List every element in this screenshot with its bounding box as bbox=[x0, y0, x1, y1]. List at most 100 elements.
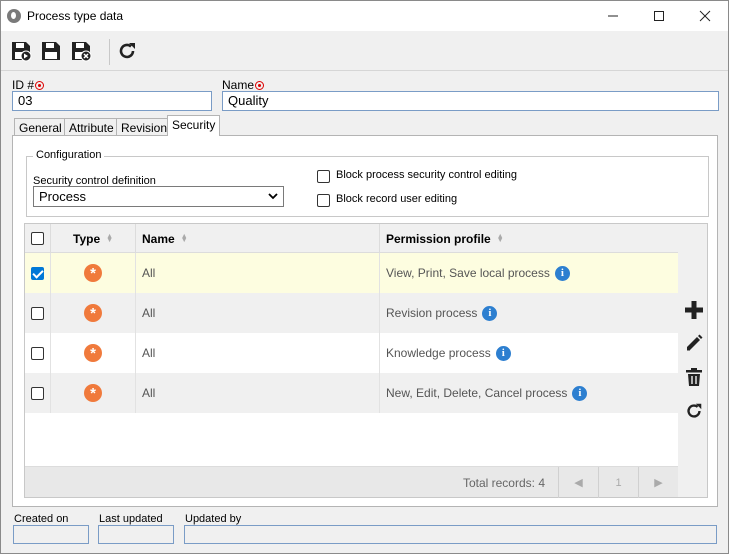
plus-icon bbox=[685, 301, 703, 319]
all-users-icon: * bbox=[84, 264, 102, 282]
add-button[interactable] bbox=[683, 299, 705, 321]
sort-icon: ▲ ▼ bbox=[496, 232, 504, 244]
configuration-legend: Configuration bbox=[33, 149, 105, 161]
column-header-type[interactable]: Type ▲ ▼ bbox=[51, 224, 136, 253]
save-new-icon bbox=[12, 42, 32, 62]
save-new-button[interactable] bbox=[8, 38, 34, 64]
grid-refresh-button[interactable] bbox=[683, 400, 705, 422]
block-process-label: Block process security control editing bbox=[336, 169, 517, 181]
row-checkbox[interactable] bbox=[31, 386, 44, 400]
row-permission-cell: Revision process i bbox=[380, 293, 678, 333]
grid-header: Type ▲ ▼ Name ▲ ▼ Permission profile ▲ ▼ bbox=[25, 224, 678, 253]
permission-profile-text: New, Edit, Delete, Cancel process bbox=[386, 386, 568, 400]
window-title: Process type data bbox=[27, 9, 124, 23]
tab-attribute[interactable]: Attribute bbox=[64, 118, 119, 136]
updated-by-label: Updated by bbox=[185, 513, 242, 525]
row-checkbox[interactable] bbox=[31, 346, 44, 360]
process-type-window: Process type data ID # 03 Name Quality G… bbox=[0, 0, 729, 554]
column-header-name[interactable]: Name ▲ ▼ bbox=[136, 224, 380, 253]
row-checkbox[interactable] bbox=[31, 266, 44, 280]
sort-icon: ▲ ▼ bbox=[180, 232, 188, 244]
table-row[interactable]: * All View, Print, Save local process i bbox=[25, 253, 678, 293]
page-number: 1 bbox=[598, 467, 638, 498]
tab-revision[interactable]: Revision bbox=[116, 118, 173, 136]
row-type-cell: * bbox=[51, 293, 136, 333]
toolbar-separator bbox=[109, 39, 110, 65]
row-permission-cell: Knowledge process i bbox=[380, 333, 678, 373]
security-control-select[interactable]: Process bbox=[33, 186, 284, 207]
select-all-checkbox[interactable] bbox=[31, 232, 44, 245]
row-select-cell bbox=[25, 333, 51, 373]
previous-page-button[interactable]: ◀ bbox=[558, 467, 598, 498]
pencil-icon bbox=[687, 334, 703, 351]
required-icon bbox=[35, 81, 45, 90]
info-icon[interactable]: i bbox=[495, 345, 511, 361]
row-permission-cell: New, Edit, Delete, Cancel process i bbox=[380, 373, 678, 413]
permissions-grid: Type ▲▼ Name ▲▼ Permission profile ▲▼ bbox=[24, 223, 708, 498]
sort-icon: ▲ ▼ bbox=[106, 232, 114, 244]
table-row[interactable]: * All Revision process i bbox=[25, 293, 678, 333]
table-row[interactable]: * All Knowledge process i bbox=[25, 333, 678, 373]
info-icon[interactable]: i bbox=[482, 305, 498, 321]
permission-profile-text: Knowledge process bbox=[386, 346, 491, 360]
save-close-button[interactable] bbox=[68, 38, 94, 64]
chevron-right-icon: ▶ bbox=[654, 477, 663, 489]
row-type-cell: * bbox=[51, 253, 136, 293]
row-name-cell: All bbox=[136, 333, 380, 373]
block-process-checkbox[interactable] bbox=[317, 170, 330, 183]
table-row[interactable]: * All New, Edit, Delete, Cancel process … bbox=[25, 373, 678, 413]
name-label-text: Name bbox=[222, 78, 255, 92]
row-type-cell: * bbox=[51, 333, 136, 373]
column-type-label: Type bbox=[73, 231, 101, 246]
info-icon[interactable]: i bbox=[572, 385, 588, 401]
save-icon bbox=[42, 42, 60, 60]
row-name-cell: All bbox=[136, 293, 380, 333]
configuration-group: Configuration Security control definitio… bbox=[26, 149, 709, 217]
updated-by-field bbox=[184, 525, 717, 544]
close-icon bbox=[699, 10, 711, 22]
all-users-icon: * bbox=[84, 384, 102, 402]
next-page-button[interactable]: ▶ bbox=[638, 467, 678, 498]
row-name-cell: All bbox=[136, 253, 380, 293]
refresh-button[interactable] bbox=[114, 38, 140, 64]
created-on-label: Created on bbox=[14, 513, 69, 525]
row-permission-cell: View, Print, Save local process i bbox=[380, 253, 678, 293]
column-header-permission[interactable]: Permission profile ▲ ▼ bbox=[380, 224, 678, 253]
tab-security[interactable]: Security bbox=[167, 115, 221, 136]
row-name-cell: All bbox=[136, 373, 380, 413]
all-users-icon: * bbox=[84, 304, 102, 322]
created-on-field bbox=[13, 525, 89, 544]
row-checkbox[interactable] bbox=[31, 306, 44, 320]
name-label: Name bbox=[222, 78, 265, 92]
all-users-icon: * bbox=[84, 344, 102, 362]
id-label-text: ID # bbox=[12, 78, 35, 92]
block-record-checkbox[interactable] bbox=[317, 194, 330, 207]
id-field[interactable]: 03 bbox=[12, 91, 212, 111]
delete-button[interactable] bbox=[683, 366, 705, 388]
required-icon bbox=[255, 81, 265, 90]
refresh-icon bbox=[119, 43, 135, 59]
last-updated-label: Last updated bbox=[99, 513, 163, 525]
edit-button[interactable] bbox=[683, 332, 705, 354]
minimize-icon bbox=[608, 15, 618, 17]
title-bar: Process type data bbox=[1, 1, 728, 31]
row-select-cell bbox=[25, 373, 51, 413]
maximize-icon bbox=[654, 11, 664, 21]
toolbar bbox=[1, 31, 728, 71]
row-type-cell: * bbox=[51, 373, 136, 413]
close-button[interactable] bbox=[682, 1, 728, 31]
chevron-down-icon bbox=[268, 193, 278, 200]
row-select-cell bbox=[25, 293, 51, 333]
grid-body: Type ▲▼ Name ▲▼ Permission profile ▲▼ bbox=[25, 224, 678, 498]
save-button[interactable] bbox=[38, 38, 64, 64]
refresh-icon bbox=[687, 403, 702, 418]
maximize-button[interactable] bbox=[636, 1, 682, 31]
minimize-button[interactable] bbox=[590, 1, 636, 31]
info-icon[interactable]: i bbox=[554, 265, 570, 281]
column-name-label: Name bbox=[142, 231, 175, 246]
app-icon bbox=[7, 9, 21, 23]
name-field[interactable]: Quality bbox=[222, 91, 719, 111]
tab-general[interactable]: General bbox=[14, 118, 67, 136]
row-select-cell bbox=[25, 253, 51, 293]
save-close-icon bbox=[72, 42, 92, 62]
